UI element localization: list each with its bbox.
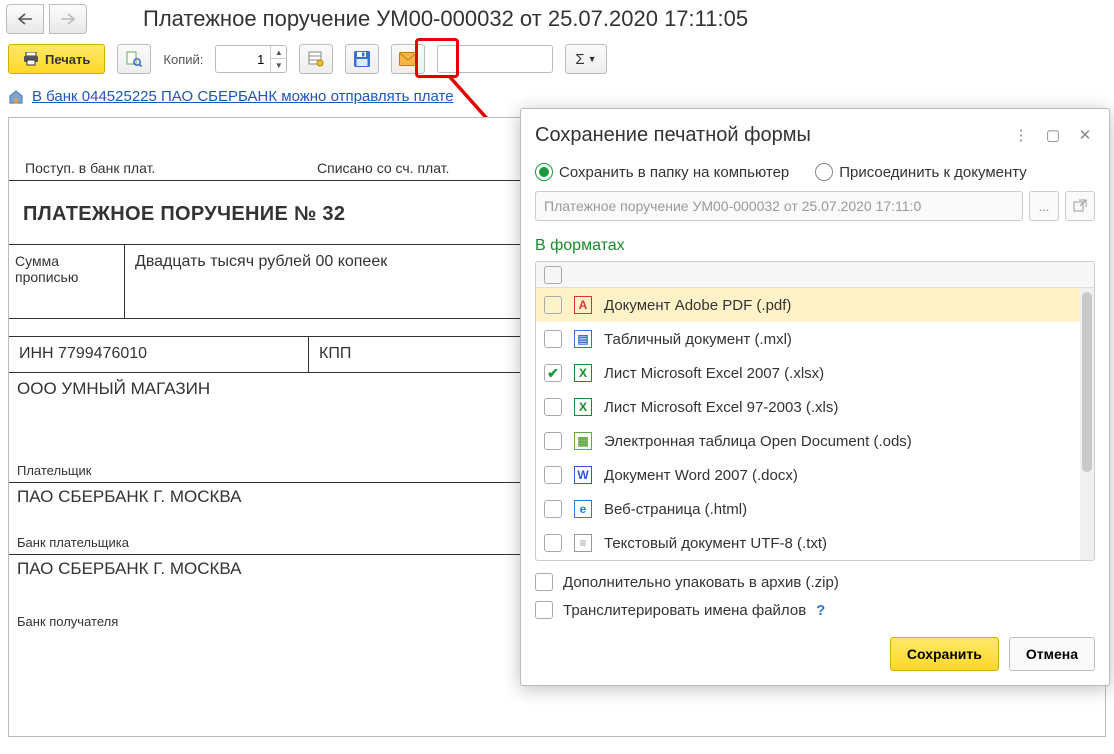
envelope-icon — [399, 52, 417, 66]
translit-checkbox[interactable] — [535, 601, 553, 619]
radio-save-label: Сохранить в папку на компьютер — [559, 164, 789, 181]
format-checkbox[interactable] — [544, 432, 562, 450]
nav-back-button[interactable] — [6, 4, 44, 34]
format-label: Лист Microsoft Excel 2007 (.xlsx) — [604, 365, 824, 382]
zip-checkbox[interactable] — [535, 573, 553, 591]
mail-button[interactable] — [391, 44, 425, 74]
bank-icon — [8, 89, 24, 105]
print-label: Печать — [45, 52, 90, 67]
numeric-stepper[interactable]: ▲▼ — [437, 45, 553, 73]
format-row[interactable]: ▤ Табличный документ (.mxl) — [536, 322, 1080, 356]
payer-bank-label: Банк плательщика — [17, 535, 129, 550]
format-file-icon: X — [574, 364, 592, 382]
format-checkbox[interactable] — [544, 398, 562, 416]
page-title: Платежное поручение УМ00-000032 от 25.07… — [143, 6, 748, 32]
format-row[interactable]: X Лист Microsoft Excel 2007 (.xlsx) — [536, 356, 1080, 390]
format-row[interactable]: ≡ Текстовый документ UTF-8 (.txt) — [536, 526, 1080, 560]
translit-label: Транслитерировать имена файлов — [563, 602, 806, 619]
window-icon[interactable]: ▢ — [1041, 123, 1065, 147]
sigma-icon: Σ — [575, 51, 584, 68]
open-external-icon — [1073, 199, 1087, 213]
format-label: Документ Word 2007 (.docx) — [604, 467, 798, 484]
payer-label: Плательщик — [17, 463, 91, 478]
format-file-icon: ▤ — [574, 330, 592, 348]
recv-bank-label: Банк получателя — [17, 614, 118, 629]
format-file-icon: ≡ — [574, 534, 592, 552]
format-file-icon: X — [574, 398, 592, 416]
formats-heading: В форматах — [521, 231, 1109, 261]
dialog-title: Сохранение печатной формы — [535, 124, 1001, 147]
format-row[interactable]: W Документ Word 2007 (.docx) — [536, 458, 1080, 492]
kebab-icon[interactable]: ⋮ — [1009, 123, 1033, 147]
table-gear-icon — [308, 51, 324, 67]
format-file-icon: e — [574, 500, 592, 518]
save-dialog: Сохранение печатной формы ⋮ ▢ ✕ Сохранит… — [520, 108, 1110, 686]
format-label: Электронная таблица Open Document (.ods) — [604, 433, 912, 450]
copies-label: Копий: — [163, 52, 203, 67]
browse-button[interactable]: ... — [1029, 191, 1059, 221]
format-label: Табличный документ (.mxl) — [604, 331, 792, 348]
filename-input[interactable]: Платежное поручение УМ00-000032 от 25.07… — [535, 191, 1023, 221]
format-checkbox[interactable] — [544, 330, 562, 348]
format-label: Текстовый документ UTF-8 (.txt) — [604, 535, 827, 552]
org-name: ООО УМНЫЙ МАГАЗИН — [17, 379, 210, 398]
format-file-icon: ▦ — [574, 432, 592, 450]
chevron-down-icon: ▼ — [588, 54, 597, 64]
radio-attach-label: Присоединить к документу — [839, 164, 1027, 181]
preview-button[interactable] — [117, 44, 151, 74]
copies-up[interactable]: ▲ — [271, 46, 286, 59]
zip-label: Дополнительно упаковать в архив (.zip) — [563, 574, 839, 591]
formats-list: A Документ Adobe PDF (.pdf) ▤ Табличный док… — [535, 261, 1095, 561]
format-row[interactable]: e Веб-страница (.html) — [536, 492, 1080, 526]
copies-input[interactable] — [216, 46, 270, 72]
recv-bank-name: ПАО СБЕРБАНК Г. МОСКВА — [17, 559, 242, 578]
format-label: Веб-страница (.html) — [604, 501, 747, 518]
format-checkbox[interactable] — [544, 364, 562, 382]
format-label: Документ Adobe PDF (.pdf) — [604, 297, 791, 314]
format-row[interactable]: X Лист Microsoft Excel 97-2003 (.xls) — [536, 390, 1080, 424]
settings-button[interactable] — [299, 44, 333, 74]
save-button[interactable] — [345, 44, 379, 74]
format-file-icon: A — [574, 296, 592, 314]
print-button[interactable]: Печать — [8, 44, 105, 74]
formats-scrollbar[interactable] — [1080, 288, 1094, 560]
format-row[interactable]: ▦ Электронная таблица Open Document (.ods… — [536, 424, 1080, 458]
payer-bank-name: ПАО СБЕРБАНК Г. МОСКВА — [17, 487, 242, 506]
format-checkbox[interactable] — [544, 500, 562, 518]
amount-label: Сумма прописью — [9, 245, 125, 318]
copies-stepper[interactable]: ▲▼ — [215, 45, 287, 73]
printer-icon — [23, 52, 39, 66]
page-magnifier-icon — [126, 51, 142, 67]
nav-forward-button[interactable] — [49, 4, 87, 34]
format-check-all[interactable] — [544, 266, 562, 284]
format-checkbox[interactable] — [544, 296, 562, 314]
radio-dot-selected — [535, 163, 553, 181]
radio-attach-doc[interactable]: Присоединить к документу — [815, 163, 1027, 181]
copies-down[interactable]: ▼ — [271, 59, 286, 72]
format-checkbox[interactable] — [544, 534, 562, 552]
help-icon[interactable]: ? — [816, 602, 825, 619]
dialog-cancel-button[interactable]: Отмена — [1009, 637, 1095, 671]
format-checkbox[interactable] — [544, 466, 562, 484]
format-row[interactable]: A Документ Adobe PDF (.pdf) — [536, 288, 1080, 322]
floppy-disk-icon — [353, 50, 371, 68]
close-icon[interactable]: ✕ — [1073, 123, 1097, 147]
radio-dot — [815, 163, 833, 181]
sigma-button[interactable]: Σ ▼ — [565, 44, 606, 74]
numeric-input[interactable] — [438, 46, 553, 72]
bank-link[interactable]: В банк 044525225 ПАО СБЕРБАНК можно отпр… — [32, 88, 454, 105]
format-file-icon: W — [574, 466, 592, 484]
dialog-save-button[interactable]: Сохранить — [890, 637, 999, 671]
scroll-thumb[interactable] — [1082, 292, 1092, 472]
radio-save-folder[interactable]: Сохранить в папку на компьютер — [535, 163, 789, 181]
doc-col1-header: Поступ. в банк плат. — [9, 154, 309, 180]
open-folder-button[interactable] — [1065, 191, 1095, 221]
format-label: Лист Microsoft Excel 97-2003 (.xls) — [604, 399, 838, 416]
inn-value: ИНН 7799476010 — [9, 337, 309, 372]
